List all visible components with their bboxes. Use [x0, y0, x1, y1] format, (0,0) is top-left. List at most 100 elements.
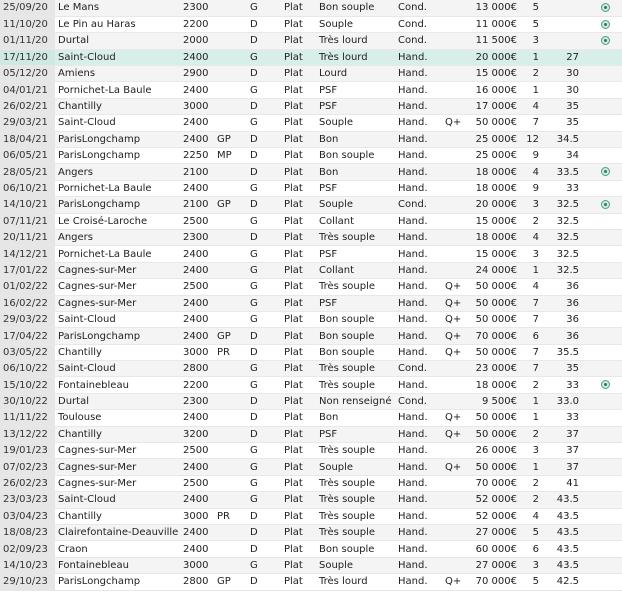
venue-cell: Pornichet-La Baule: [55, 245, 180, 263]
table-row[interactable]: 11/10/20 Le Pin au Haras 2200 D Plat Souple Co…: [0, 16, 622, 34]
table-row[interactable]: 28/05/21 Angers 2100 D Plat Bon Hand. 18 000€ 4 3…: [0, 163, 622, 181]
race-group-cell: [214, 180, 247, 198]
table-row[interactable]: 01/11/20 Durtal 2000 D Plat Très lourd Cond. 11…: [0, 32, 622, 50]
replay-icon[interactable]: [601, 380, 610, 390]
qualifier-cell: [442, 213, 468, 230]
race-type-cell: Plat: [281, 114, 316, 132]
table-row[interactable]: 05/12/20 Amiens 2900 D Plat Lourd Hand. 15 000€…: [0, 65, 622, 83]
table-row[interactable]: 14/10/21 ParisLongchamp 2100 GP D Plat Souple C…: [0, 196, 622, 214]
distance-cell: 2400: [180, 245, 214, 263]
going-cell: Bon souple: [316, 327, 395, 345]
replay-icon[interactable]: [601, 19, 610, 29]
table-row[interactable]: 20/11/21 Angers 2300 D Plat Très souple Hand. 1…: [0, 229, 622, 247]
table-row[interactable]: 07/02/23 Cagnes-sur-Mer 2400 G Plat Souple Han…: [0, 458, 622, 476]
table-row[interactable]: 16/02/22 Cagnes-sur-Mer 2400 G Plat PSF Hand. Q…: [0, 295, 622, 312]
going-cell: Bon souple: [316, 147, 395, 165]
condition-cell: Hand.: [395, 98, 442, 116]
icon-cell: [589, 131, 622, 149]
icon-cell: [589, 213, 622, 230]
table-row[interactable]: 26/02/23 Cagnes-sur-Mer 2500 G Plat Très soup…: [0, 475, 622, 493]
corde-cell: G: [247, 360, 281, 378]
table-row[interactable]: 26/02/21 Chantilly 3000 D Plat PSF Hand. 17 000…: [0, 98, 622, 116]
icon-cell: [589, 262, 622, 280]
venue-cell: Fontainebleau: [55, 376, 180, 394]
icon-cell: [589, 16, 622, 34]
qualifier-cell: [442, 393, 468, 411]
venue-cell: ParisLongchamp: [55, 196, 180, 214]
condition-cell: Hand.: [395, 163, 442, 181]
prize-cell: 26 000€: [468, 442, 521, 460]
place-cell: 2: [521, 491, 543, 509]
icon-cell: [589, 114, 622, 132]
table-row[interactable]: 03/05/22 Chantilly 3000 PR D Plat Bon souple Ha…: [0, 344, 622, 362]
icon-cell: [589, 0, 622, 17]
table-row[interactable]: 13/12/22 Chantilly 3200 D Plat PSF Hand. Q+ 50 0…: [0, 426, 622, 444]
table-row[interactable]: 02/09/23 Craon 2400 D Plat Bon souple Hand. 60 …: [0, 540, 622, 558]
date-cell: 20/11/21: [0, 229, 55, 247]
qualifier-cell: Q+: [442, 327, 468, 345]
replay-icon[interactable]: [601, 199, 610, 209]
corde-cell: D: [247, 32, 281, 50]
corde-cell: G: [247, 49, 281, 67]
date-cell: 29/03/21: [0, 114, 55, 132]
table-row[interactable]: 17/11/20 Saint-Cloud 2400 G Plat Très lourd Ha…: [0, 49, 622, 67]
race-group-cell: [214, 163, 247, 181]
icon-cell: [589, 163, 622, 181]
table-row[interactable]: 19/01/23 Cagnes-sur-Mer 2500 G Plat Très soup…: [0, 442, 622, 460]
icon-cell: [589, 491, 622, 509]
icon-cell: [589, 344, 622, 362]
going-cell: Collant: [316, 213, 395, 230]
date-cell: 18/04/21: [0, 131, 55, 149]
going-cell: Très souple: [316, 524, 395, 542]
table-row[interactable]: 18/08/23 Clairefontaine-Deauville 2400 D Pla…: [0, 524, 622, 542]
table-row[interactable]: 14/12/21 Pornichet-La Baule 2400 G Plat PSF Ha…: [0, 245, 622, 263]
going-cell: Bon souple: [316, 0, 395, 17]
replay-icon[interactable]: [601, 2, 610, 12]
table-row[interactable]: 18/04/21 ParisLongchamp 2400 GP D Plat Bon Hand…: [0, 131, 622, 149]
corde-cell: G: [247, 213, 281, 230]
distance-cell: 3000: [180, 98, 214, 116]
table-row[interactable]: 29/03/21 Saint-Cloud 2400 G Plat Souple Hand. Q…: [0, 114, 622, 132]
date-cell: 15/10/22: [0, 376, 55, 394]
table-row[interactable]: 29/03/22 Saint-Cloud 2400 G Plat Bon souple Ha…: [0, 311, 622, 329]
prize-cell: 20 000€: [468, 49, 521, 67]
replay-icon[interactable]: [601, 35, 610, 45]
table-row[interactable]: 17/04/22 ParisLongchamp 2400 GP D Plat Bon sou…: [0, 327, 622, 345]
rating-cell: 35: [543, 98, 589, 116]
rating-cell: 35.5: [543, 344, 589, 362]
icon-cell: [589, 311, 622, 329]
distance-cell: 2400: [180, 114, 214, 132]
race-group-cell: [214, 213, 247, 230]
replay-icon[interactable]: [601, 167, 610, 177]
rating-cell: 43.5: [543, 557, 589, 575]
condition-cell: Cond.: [395, 0, 442, 17]
prize-cell: 70 000€: [468, 475, 521, 493]
table-row[interactable]: 23/03/23 Saint-Cloud 2400 G Plat Très souple H…: [0, 491, 622, 509]
table-row[interactable]: 30/10/22 Durtal 2300 D Plat Non renseigné Cond…: [0, 393, 622, 411]
prize-cell: 50 000€: [468, 409, 521, 427]
table-row[interactable]: 03/04/23 Chantilly 3000 PR D Plat Très souple H…: [0, 508, 622, 526]
table-row[interactable]: 15/10/22 Fontainebleau 2200 G Plat Très soupl…: [0, 376, 622, 394]
table-row[interactable]: 14/10/23 Fontainebleau 3000 G Plat Souple Hand…: [0, 557, 622, 575]
rating-cell: 33: [543, 180, 589, 198]
table-row[interactable]: 29/10/23 ParisLongchamp 2800 GP D Plat Très lo…: [0, 573, 622, 591]
going-cell: Non renseigné: [316, 393, 395, 411]
table-row[interactable]: 17/01/22 Cagnes-sur-Mer 2400 G Plat Collant Ha…: [0, 262, 622, 280]
table-row[interactable]: 01/02/22 Cagnes-sur-Mer 2500 G Plat Très soup…: [0, 278, 622, 296]
date-cell: 14/12/21: [0, 245, 55, 263]
race-group-cell: PR: [214, 344, 247, 362]
going-cell: Bon: [316, 131, 395, 149]
table-row[interactable]: 06/05/21 ParisLongchamp 2250 MP D Plat Bon sou…: [0, 147, 622, 165]
table-row[interactable]: 25/09/20 Le Mans 2300 G Plat Bon souple Cond. 1…: [0, 0, 622, 17]
table-row[interactable]: 06/10/21 Pornichet-La Baule 2400 G Plat PSF Ha…: [0, 180, 622, 198]
date-cell: 07/11/21: [0, 213, 55, 230]
race-type-cell: Plat: [281, 0, 316, 17]
distance-cell: 2400: [180, 458, 214, 476]
table-row[interactable]: 06/10/22 Saint-Cloud 2800 G Plat Très souple C…: [0, 360, 622, 378]
table-row[interactable]: 04/01/21 Pornichet-La Baule 2400 G Plat PSF Ha…: [0, 81, 622, 99]
condition-cell: Hand.: [395, 409, 442, 427]
table-row[interactable]: 07/11/21 Le Croisé-Laroche 2500 G Plat Collan…: [0, 213, 622, 230]
table-row[interactable]: 11/11/22 Toulouse 2400 D Plat Bon Hand. Q+ 50 00…: [0, 409, 622, 427]
venue-cell: ParisLongchamp: [55, 327, 180, 345]
date-cell: 05/12/20: [0, 65, 55, 83]
